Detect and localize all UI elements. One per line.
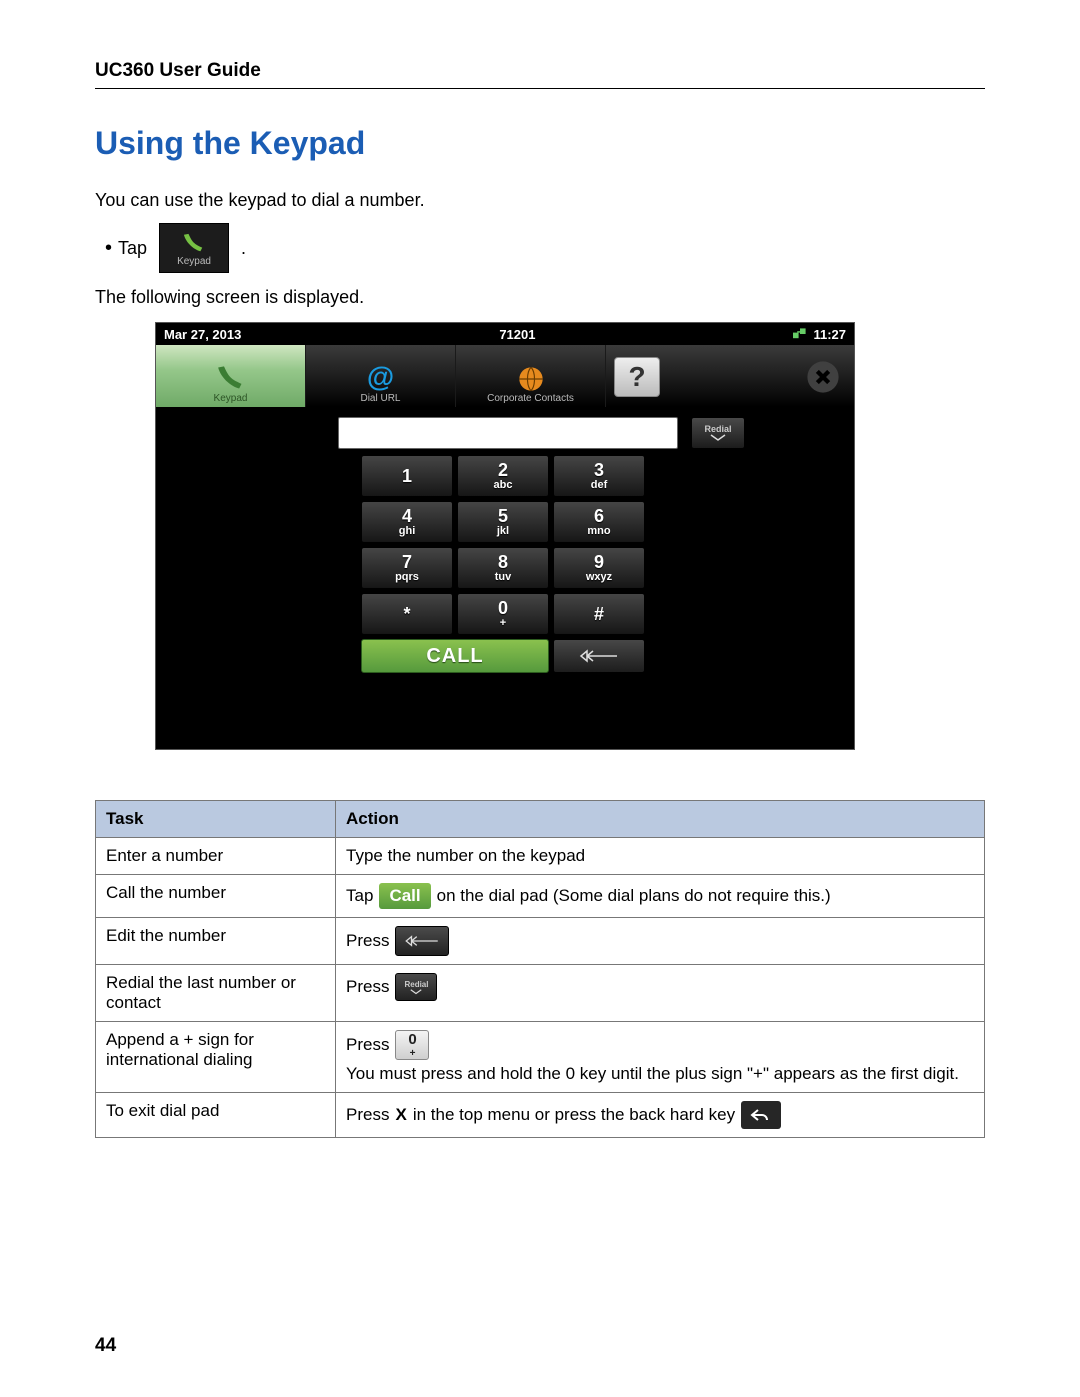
table-row: Enter a number Type the number on the ke… — [96, 838, 985, 875]
close-button[interactable] — [800, 357, 846, 397]
table-row: To exit dial pad Press X in the top menu… — [96, 1093, 985, 1138]
device-screenshot: Mar 27, 2013 71201 11:27 Keypad @ Dial U… — [155, 322, 855, 750]
key-1[interactable]: 1 — [361, 455, 453, 497]
status-date: Mar 27, 2013 — [164, 327, 241, 342]
tab-corporate-contacts[interactable]: Corporate Contacts — [456, 345, 606, 407]
key-3[interactable]: 3def — [553, 455, 645, 497]
back-icon — [749, 1107, 773, 1123]
keypad-tile[interactable]: Keypad — [159, 223, 229, 273]
close-icon — [806, 360, 840, 394]
key-0[interactable]: 0+ — [457, 593, 549, 635]
th-task: Task — [96, 801, 336, 838]
key-6[interactable]: 6mno — [553, 501, 645, 543]
chevron-down-icon — [710, 434, 726, 442]
question-icon: ? — [628, 361, 645, 393]
back-hardkey-chip — [741, 1101, 781, 1129]
key-4[interactable]: 4ghi — [361, 501, 453, 543]
redial-dropdown[interactable]: Redial — [691, 417, 745, 449]
table-row: Call the number Tap Call on the dial pad… — [96, 875, 985, 918]
at-icon: @ — [367, 361, 394, 393]
status-ext: 71201 — [241, 327, 793, 342]
key-#[interactable]: # — [553, 593, 645, 635]
th-action: Action — [336, 801, 985, 838]
key-2[interactable]: 2abc — [457, 455, 549, 497]
key-*[interactable]: * — [361, 593, 453, 635]
zero-key-chip: 0 + — [395, 1030, 429, 1060]
key-7[interactable]: 7pqrs — [361, 547, 453, 589]
phone-icon — [183, 232, 205, 254]
table-row: Append a + sign for international dialin… — [96, 1022, 985, 1093]
phone-icon — [217, 363, 245, 393]
tap-label: Tap — [118, 238, 147, 259]
network-icon — [793, 327, 807, 341]
page-title: Using the Keypad — [95, 125, 985, 162]
tab-dial-url[interactable]: @ Dial URL — [306, 345, 456, 407]
status-bar: Mar 27, 2013 71201 11:27 — [156, 323, 854, 345]
backspace-chip — [395, 926, 449, 956]
key-5[interactable]: 5jkl — [457, 501, 549, 543]
table-row: Redial the last number or contact Press … — [96, 965, 985, 1022]
chevron-down-icon — [409, 989, 423, 995]
intro-text: You can use the keypad to dial a number. — [95, 188, 985, 213]
tab-keypad[interactable]: Keypad — [156, 345, 306, 407]
call-button[interactable]: CALL — [361, 639, 549, 673]
redial-chip: Redial — [395, 973, 437, 1001]
help-button[interactable]: ? — [614, 357, 660, 397]
backspace-icon — [579, 648, 619, 664]
header-tabs: Keypad @ Dial URL Corporate Contacts ? — [156, 345, 854, 407]
tap-instruction: Tap Keypad . — [105, 223, 985, 273]
status-time: 11:27 — [813, 327, 846, 342]
followup-text: The following screen is displayed. — [95, 285, 985, 310]
backspace-button[interactable] — [553, 639, 645, 673]
dial-input[interactable] — [338, 417, 678, 449]
call-chip: Call — [379, 883, 430, 909]
globe-icon — [517, 365, 545, 393]
table-row: Edit the number Press — [96, 918, 985, 965]
key-9[interactable]: 9wxyz — [553, 547, 645, 589]
page-number: 44 — [95, 1335, 116, 1357]
key-8[interactable]: 8tuv — [457, 547, 549, 589]
doc-header: UC360 User Guide — [95, 60, 985, 89]
keypad-tile-label: Keypad — [177, 256, 211, 267]
backspace-icon — [404, 934, 440, 948]
task-action-table: Task Action Enter a number Type the numb… — [95, 800, 985, 1138]
